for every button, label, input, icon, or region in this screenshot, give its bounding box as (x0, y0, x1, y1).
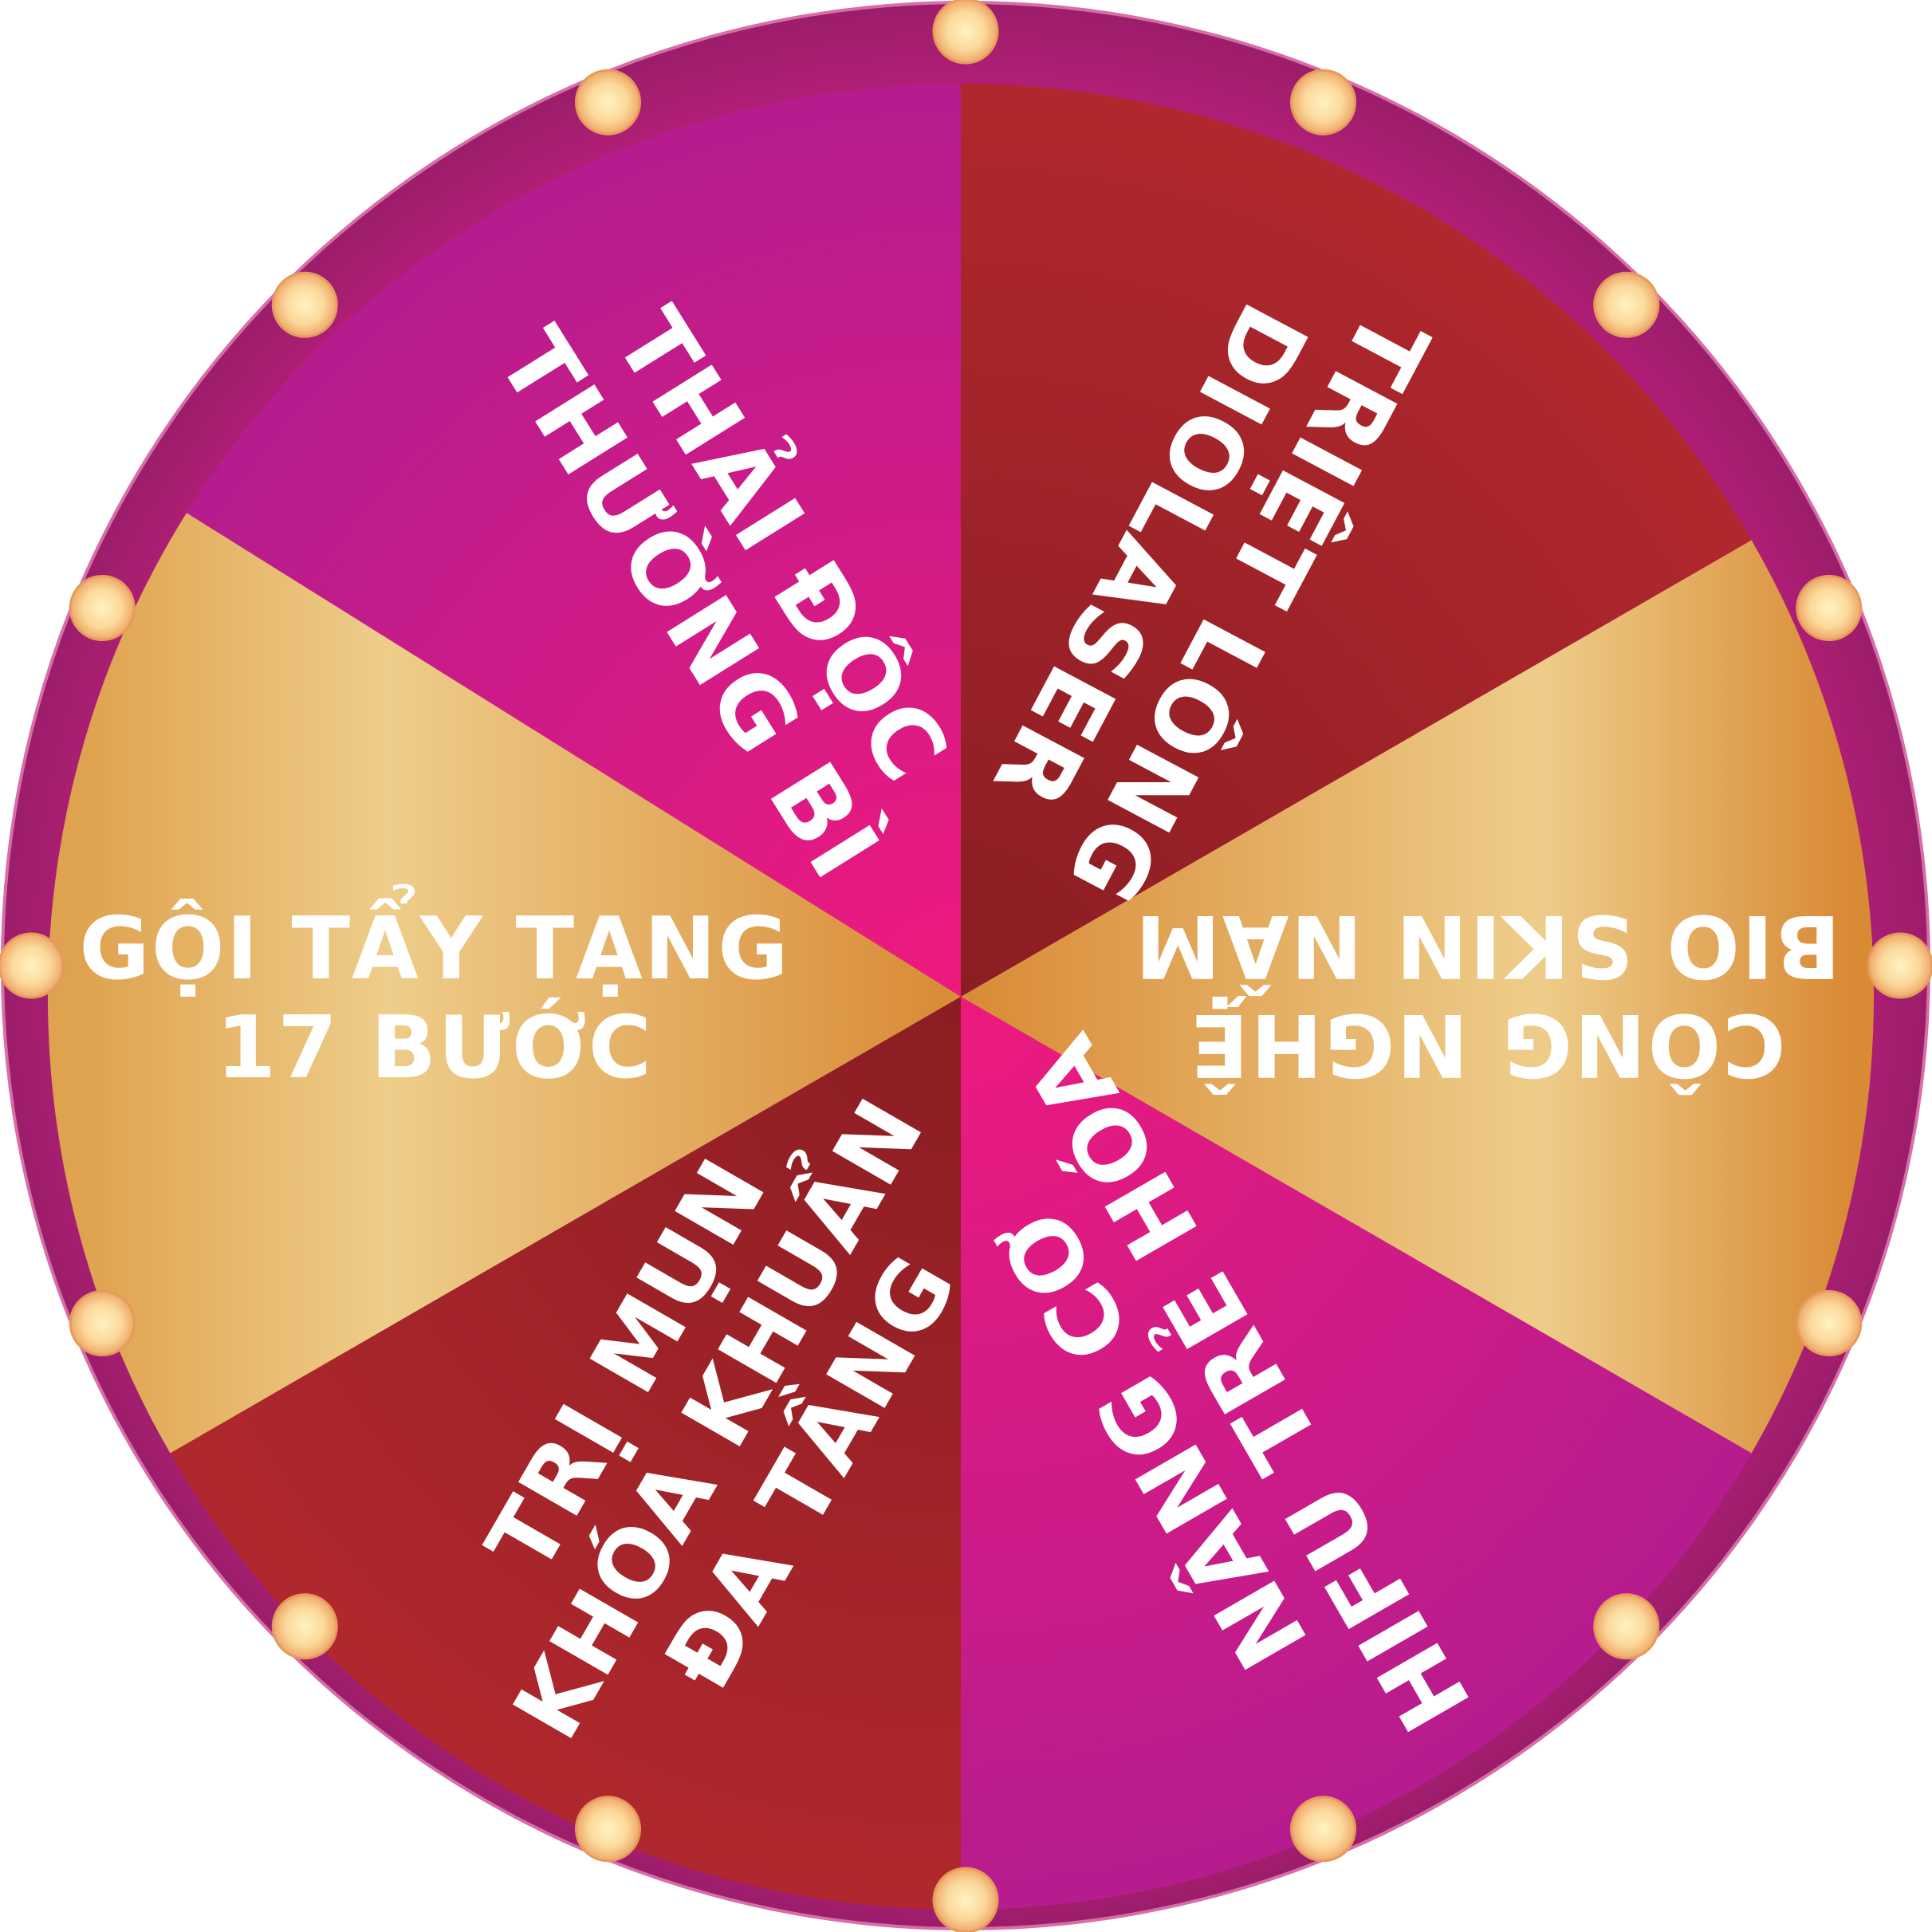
rim-bulb (0, 932, 65, 999)
rim-bulb (574, 69, 641, 136)
rim-bulb (271, 271, 338, 338)
rim-bulb (1796, 1290, 1863, 1357)
rim-bulb (1796, 574, 1863, 641)
rim-bulb (1867, 932, 1932, 999)
prize-wheel[interactable]: THẢI ĐỘCTHƯỜNG BÌ TRIỆT LÔNGDIOLASERCÔNG … (0, 0, 1932, 1932)
rim-bulb (69, 1290, 136, 1357)
rim-bulb (932, 0, 999, 65)
rim-bulb (1593, 1593, 1660, 1660)
segment-label-line: 17 BƯỚC (216, 997, 653, 1098)
rim-bulb (1290, 1796, 1357, 1863)
segment-label-line: BIO SKIN NẤM (1134, 895, 1841, 1008)
rim-bulb (1290, 69, 1357, 136)
segment-label-line: GỘI TẨY TẠNG (79, 883, 790, 999)
rim-bulb (574, 1796, 641, 1863)
rim-bulb (1593, 271, 1660, 338)
segment-label: CÔNG NGHỆBIO SKIN NẤM (1134, 895, 1841, 1096)
rim-bulb (271, 1593, 338, 1660)
rim-bulb (932, 1867, 999, 1932)
rim-bulb (69, 574, 136, 641)
segment-label-line: CÔNG NGHỆ (1189, 994, 1786, 1096)
